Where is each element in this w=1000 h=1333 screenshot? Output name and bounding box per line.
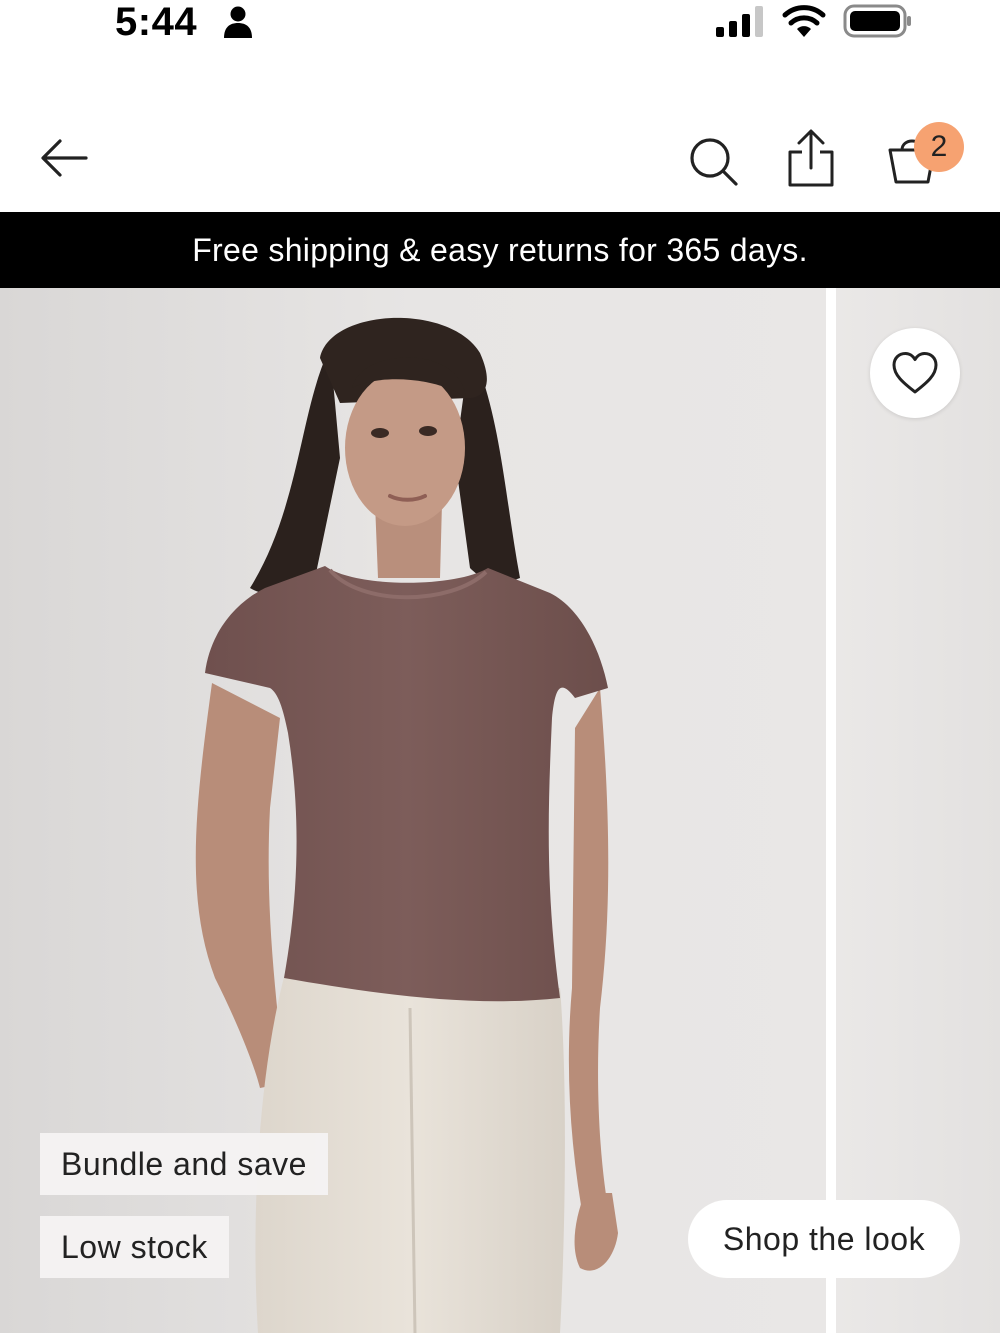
product-photo[interactable]: Bundle and save Low stock [0,288,826,1333]
gallery-divider [826,288,836,1333]
cart-count-badge[interactable]: 2 [914,122,964,172]
favorite-button[interactable] [870,328,960,418]
battery-icon [843,4,911,38]
next-product-photo[interactable] [836,288,1000,1333]
status-bar: 5:44 [0,0,1000,46]
heart-icon [892,352,938,394]
low-stock-tag: Low stock [40,1216,229,1278]
back-arrow-icon[interactable] [36,136,92,180]
shop-the-look-button[interactable]: Shop the look [688,1200,960,1278]
wifi-icon [782,5,826,37]
person-icon [224,6,252,38]
search-icon[interactable] [686,134,740,188]
nav-bar: 2 [0,104,1000,212]
status-time: 5:44 [115,0,198,44]
share-icon[interactable] [784,128,838,188]
signal-icon [716,6,763,37]
product-image-gallery[interactable]: Bundle and save Low stock Shop the look [0,288,1000,1333]
promo-banner: Free shipping & easy returns for 365 day… [0,212,1000,288]
bundle-and-save-tag: Bundle and save [40,1133,328,1195]
